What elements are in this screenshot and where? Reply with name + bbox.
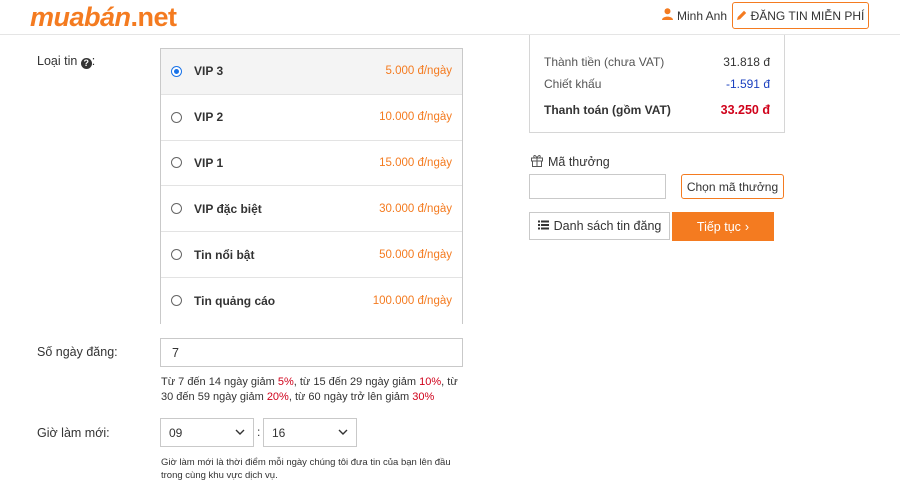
- list-icon: [537, 219, 549, 233]
- promo-code-label: Mã thưởng: [530, 153, 610, 170]
- ad-type-option-advertising[interactable]: Tin quảng cáo 100.000 đ/ngày: [161, 277, 462, 324]
- promo-code-label-text: Mã thưởng: [548, 154, 610, 169]
- hour-value: 09: [169, 426, 183, 440]
- ad-type-name: VIP 2: [194, 110, 224, 125]
- continue-label: Tiếp tục: [696, 219, 741, 234]
- ad-type-label: Loại tin ?:: [37, 54, 95, 69]
- subtotal-value: 31.818 đ: [723, 55, 770, 69]
- continue-button[interactable]: Tiếp tục ›: [672, 212, 774, 241]
- refresh-time-note: Giờ làm mới là thời điểm mỗi ngày chúng …: [161, 457, 451, 481]
- ad-type-label-text: Loại tin: [37, 54, 78, 68]
- radio-button[interactable]: [171, 249, 182, 261]
- refresh-time-label: Giờ làm mới:: [37, 426, 110, 440]
- ad-type-option-vip3[interactable]: VIP 3 5.000 đ/ngày: [161, 49, 462, 95]
- chevron-right-icon: ›: [744, 219, 750, 234]
- listing-list-label: Danh sách tin đăng: [553, 219, 662, 233]
- discount-text: , từ 60 ngày trở lên giảm: [288, 391, 413, 403]
- time-separator: :: [257, 425, 261, 439]
- discount-row: Chiết khấu -1.591 đ: [544, 77, 770, 91]
- hour-select[interactable]: 09: [160, 418, 254, 447]
- days-input[interactable]: 7: [160, 338, 463, 367]
- ad-type-price: 5.000 đ/ngày: [385, 65, 452, 78]
- pencil-icon: [736, 9, 747, 23]
- radio-button[interactable]: [171, 295, 182, 307]
- ad-type-price: 15.000 đ/ngày: [379, 156, 452, 169]
- subtotal-label: Thành tiền (chưa VAT): [544, 55, 665, 69]
- subtotal-row: Thành tiền (chưa VAT) 31.818 đ: [544, 55, 770, 69]
- ad-type-list: VIP 3 5.000 đ/ngày VIP 2 10.000 đ/ngày V…: [160, 48, 463, 324]
- discount-value: 10%: [419, 376, 442, 388]
- discount-value: 30%: [412, 391, 435, 403]
- ad-type-option-vip1[interactable]: VIP 1 15.000 đ/ngày: [161, 140, 462, 187]
- total-row: Thanh toán (gồm VAT) 33.250 đ: [544, 103, 770, 117]
- ad-type-option-featured[interactable]: Tin nổi bật 50.000 đ/ngày: [161, 232, 462, 278]
- ad-type-price: 30.000 đ/ngày: [379, 202, 452, 215]
- ad-type-name: Tin quảng cáo: [194, 293, 276, 308]
- ad-type-name: VIP 3: [194, 64, 224, 79]
- listing-list-button[interactable]: Danh sách tin đăng: [529, 212, 670, 240]
- discount-amount: -1.591 đ: [725, 77, 770, 91]
- discount-value: 5%: [277, 376, 294, 388]
- ad-type-option-vip2[interactable]: VIP 2 10.000 đ/ngày: [161, 94, 462, 141]
- total-label: Thanh toán (gồm VAT): [544, 103, 671, 117]
- help-icon[interactable]: ?: [80, 58, 92, 69]
- radio-button[interactable]: [171, 157, 182, 169]
- radio-button[interactable]: [171, 111, 182, 123]
- post-free-ad-button[interactable]: ĐĂNG TIN MIỄN PHÍ: [732, 2, 869, 29]
- ad-type-price: 100.000 đ/ngày: [372, 294, 452, 307]
- discount-text: Từ 7 đến 14 ngày giảm: [161, 376, 278, 388]
- post-free-ad-label: ĐĂNG TIN MIỄN PHÍ: [750, 8, 865, 23]
- user-menu[interactable]: Minh Anh: [662, 8, 727, 23]
- ad-type-name: VIP 1: [194, 155, 224, 170]
- choose-promo-button[interactable]: Chọn mã thưởng: [681, 174, 784, 199]
- logo-brand: muabán: [30, 2, 131, 32]
- discount-note: Từ 7 đến 14 ngày giảm 5%, từ 15 đến 29 n…: [161, 375, 466, 405]
- discount-value: 20%: [266, 391, 289, 403]
- discount-label: Chiết khấu: [544, 77, 602, 91]
- user-icon: [662, 8, 673, 23]
- site-logo[interactable]: muabán.net: [30, 2, 177, 33]
- ad-type-price: 10.000 đ/ngày: [379, 111, 452, 124]
- promo-code-input[interactable]: [529, 174, 666, 199]
- ad-type-option-vip-special[interactable]: VIP đặc biệt 30.000 đ/ngày: [161, 186, 462, 233]
- ad-type-price: 50.000 đ/ngày: [379, 248, 452, 261]
- ad-type-label-suffix: :: [91, 54, 96, 68]
- logo-tld: .net: [130, 2, 178, 32]
- days-label: Số ngày đăng:: [37, 345, 118, 359]
- radio-button[interactable]: [171, 203, 182, 215]
- discount-text: , từ 15 đến 29 ngày giảm: [293, 376, 420, 388]
- radio-button[interactable]: [171, 65, 182, 77]
- price-summary: Thành tiền (chưa VAT) 31.818 đ Chiết khấ…: [529, 35, 785, 133]
- gift-icon: [530, 153, 544, 170]
- ad-type-name: VIP đặc biệt: [194, 201, 262, 216]
- top-header: muabán.net Minh Anh ĐĂNG TIN MIỄN PHÍ: [0, 0, 900, 35]
- minute-value: 16: [272, 426, 286, 440]
- total-value: 33.250 đ: [720, 103, 770, 117]
- ad-type-name: Tin nổi bật: [194, 247, 255, 262]
- minute-select[interactable]: 16: [263, 418, 357, 447]
- user-name: Minh Anh: [677, 8, 728, 23]
